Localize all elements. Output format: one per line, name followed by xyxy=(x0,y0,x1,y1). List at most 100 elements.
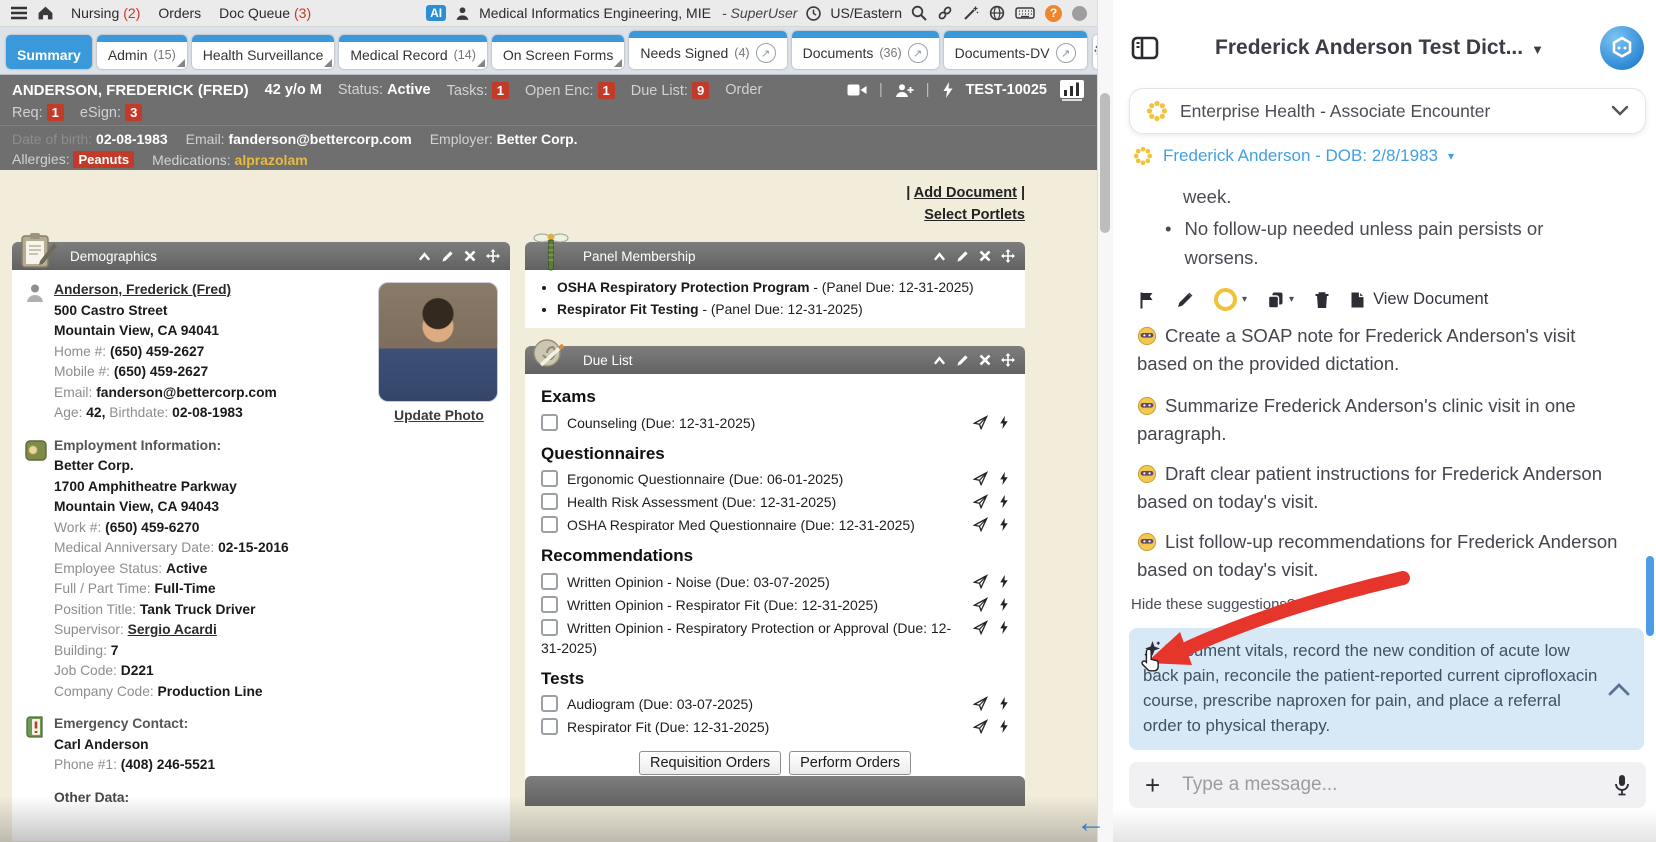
allergy-badge[interactable]: Peanuts xyxy=(73,151,134,168)
perform-order-bolt-icon[interactable] xyxy=(999,620,1009,635)
hide-suggestions-link[interactable]: Hide these suggestions? xyxy=(1131,596,1295,613)
chat-title[interactable]: Frederick Anderson Test Dict...▼ xyxy=(1159,36,1600,60)
edit-icon[interactable] xyxy=(956,354,969,367)
organization-name[interactable]: Medical Informatics Engineering, MIE xyxy=(479,5,711,21)
chat-scrollbar[interactable] xyxy=(1646,556,1654,636)
link-icon[interactable] xyxy=(937,5,953,21)
title-caret-icon[interactable]: ▼ xyxy=(1531,42,1544,57)
tab-admin[interactable]: Admin(15) xyxy=(97,35,187,69)
due-list-header[interactable]: Due List xyxy=(525,346,1025,374)
send-order-icon[interactable] xyxy=(973,696,988,711)
checkbox[interactable] xyxy=(541,695,558,712)
edit-pencil-icon[interactable] xyxy=(1176,291,1194,309)
video-call-icon[interactable] xyxy=(847,83,867,97)
action-suggestion-card[interactable]: Document vitals, record the new conditio… xyxy=(1129,628,1644,750)
perform-order-bolt-icon[interactable] xyxy=(999,415,1009,430)
suggestion-item[interactable]: Summarize Frederick Anderson's clinic vi… xyxy=(1137,392,1626,448)
flag-icon[interactable] xyxy=(1139,291,1156,309)
suggestion-item[interactable]: Create a SOAP note for Frederick Anderso… xyxy=(1137,322,1626,378)
chat-patient-context[interactable]: Frederick Anderson - DOB: 2/8/1983 ▾ xyxy=(1133,146,1454,166)
send-order-icon[interactable] xyxy=(973,471,988,486)
assistant-avatar[interactable] xyxy=(1600,26,1644,70)
perform-order-bolt-icon[interactable] xyxy=(999,494,1009,509)
perform-orders-button[interactable]: Perform Orders xyxy=(789,751,911,775)
patient-caret-icon[interactable]: ▾ xyxy=(1448,149,1454,163)
search-icon[interactable] xyxy=(911,5,927,21)
close-icon[interactable] xyxy=(979,354,991,366)
send-order-icon[interactable] xyxy=(973,517,988,532)
collapse-icon[interactable] xyxy=(933,251,946,262)
nav-orders[interactable]: Orders xyxy=(158,5,201,21)
popout-icon[interactable]: ↗ xyxy=(1056,43,1076,63)
globe-icon[interactable] xyxy=(989,5,1005,21)
medication-value[interactable]: alprazolam xyxy=(235,152,308,168)
send-order-icon[interactable] xyxy=(973,494,988,509)
collapse-icon[interactable] xyxy=(418,251,431,262)
checkbox[interactable] xyxy=(541,470,558,487)
checkbox[interactable] xyxy=(541,718,558,735)
send-order-icon[interactable] xyxy=(973,415,988,430)
perform-order-bolt-icon[interactable] xyxy=(999,719,1009,734)
send-order-icon[interactable] xyxy=(973,719,988,734)
perform-order-bolt-icon[interactable] xyxy=(999,597,1009,612)
close-icon[interactable] xyxy=(464,250,476,262)
quick-action-bolt-icon[interactable] xyxy=(942,82,954,98)
tab-health-surveillance[interactable]: Health Surveillance xyxy=(192,35,335,69)
wand-icon[interactable] xyxy=(963,5,979,21)
patient-name-link[interactable]: Anderson, Frederick (Fred) xyxy=(54,282,231,297)
panel-membership-header[interactable]: Panel Membership xyxy=(525,242,1025,270)
home-icon[interactable] xyxy=(37,5,54,21)
message-input[interactable] xyxy=(1180,773,1594,797)
due-list-count-badge[interactable]: 9 xyxy=(692,82,709,99)
checkbox[interactable] xyxy=(541,516,558,533)
tab-summary[interactable]: Summary xyxy=(6,35,92,69)
left-pane-scrollbar[interactable] xyxy=(1100,93,1110,233)
close-icon[interactable] xyxy=(979,250,991,262)
delete-trash-icon[interactable] xyxy=(1314,291,1330,309)
req-count-badge[interactable]: 1 xyxy=(47,104,64,121)
tasks-count-badge[interactable]: 1 xyxy=(492,82,509,99)
nav-nursing[interactable]: Nursing(2) xyxy=(71,5,140,21)
timezone-label[interactable]: US/Eastern xyxy=(830,5,902,21)
view-document-button[interactable]: View Document xyxy=(1350,290,1488,309)
chart-stats-icon[interactable] xyxy=(1059,79,1085,101)
microphone-icon[interactable] xyxy=(1614,774,1630,796)
help-icon[interactable]: ? xyxy=(1045,5,1062,22)
eh-action-menu[interactable]: ▾ xyxy=(1214,288,1247,311)
next-portlet-header-peek[interactable] xyxy=(525,776,1025,806)
tab-on-screen-forms[interactable]: On Screen Forms xyxy=(492,35,624,69)
tab-medical-record[interactable]: Medical Record(14) xyxy=(339,35,487,69)
edit-icon[interactable] xyxy=(441,250,454,263)
encounter-selector[interactable]: Enterprise Health - Associate Encounter xyxy=(1129,88,1646,134)
copy-menu[interactable]: ▾ xyxy=(1267,291,1294,309)
select-portlets-link[interactable]: Select Portlets xyxy=(924,207,1025,223)
add-document-link[interactable]: Add Document xyxy=(914,185,1017,201)
suggestion-item[interactable]: List follow-up recommendations for Frede… xyxy=(1137,528,1626,584)
order-link[interactable]: Order xyxy=(725,82,762,98)
collapse-icon[interactable] xyxy=(933,355,946,366)
checkbox[interactable] xyxy=(541,573,558,590)
send-order-icon[interactable] xyxy=(973,574,988,589)
supervisor-link[interactable]: Sergio Acardi xyxy=(128,622,217,637)
send-order-icon[interactable] xyxy=(973,597,988,612)
chevron-down-icon[interactable] xyxy=(1611,105,1629,117)
perform-order-bolt-icon[interactable] xyxy=(999,471,1009,486)
perform-order-bolt-icon[interactable] xyxy=(999,696,1009,711)
esign-count-badge[interactable]: 3 xyxy=(125,104,142,121)
edit-icon[interactable] xyxy=(956,250,969,263)
tab-documents[interactable]: Documents(36)↗ xyxy=(792,31,939,69)
tab-needs-signed[interactable]: Needs Signed(4)↗ xyxy=(629,31,786,69)
attach-plus-button[interactable]: + xyxy=(1145,772,1160,798)
demographics-header[interactable]: Demographics xyxy=(12,242,510,270)
checkbox[interactable] xyxy=(541,414,558,431)
sidebar-toggle-icon[interactable] xyxy=(1131,36,1159,60)
move-icon[interactable] xyxy=(486,249,500,263)
open-enc-count-badge[interactable]: 1 xyxy=(598,82,615,99)
hamburger-menu-icon[interactable] xyxy=(10,6,28,20)
checkbox[interactable] xyxy=(541,619,558,636)
move-icon[interactable] xyxy=(1001,249,1015,263)
move-icon[interactable] xyxy=(1001,353,1015,367)
tab-documents-dv[interactable]: Documents-DV↗ xyxy=(944,31,1087,69)
checkbox[interactable] xyxy=(541,493,558,510)
suggestion-item[interactable]: Draft clear patient instructions for Fre… xyxy=(1137,460,1626,516)
